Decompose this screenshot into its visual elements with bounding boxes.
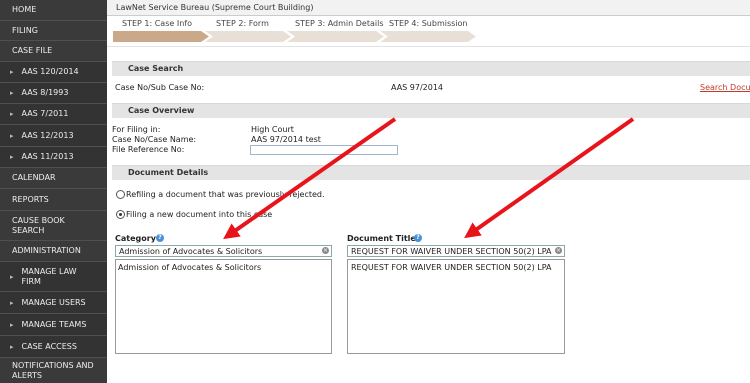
case-overview-heading: Case Overview [128,106,195,115]
nav-case-aas-11-2013[interactable]: ▸ AAS 11/2013 [0,147,107,168]
step-4-label[interactable]: STEP 4: Submission [389,19,467,28]
divider [107,46,750,47]
nav-case-label: AAS 7/2011 [21,109,69,118]
document-details-header: Document Details [112,165,750,180]
nav-calendar-label: CALENDAR [12,173,56,182]
nav-case-aas-12-2013[interactable]: ▸ AAS 12/2013 [0,125,107,147]
category-select[interactable]: Admission of Advocates & Solicitors [115,245,332,257]
help-icon[interactable]: ? [156,234,164,242]
step-2-bar [205,31,291,42]
step-1-bar [113,31,209,42]
refile-option-label: Refiling a document that was previously … [126,190,325,199]
category-label: Category [115,234,156,243]
step-3-label[interactable]: STEP 3: Admin Details [295,19,384,28]
step-3-bar [287,31,384,42]
nav-filing[interactable]: FILING [0,21,107,41]
arrow-icon: ▸ [10,298,14,307]
case-no-value: AAS 97/2014 [391,83,444,92]
case-search-heading: Case Search [128,64,184,73]
arrow-icon: ▸ [10,153,14,161]
nav-reports[interactable]: REPORTS [0,189,107,211]
arrow-icon: ▸ [10,272,14,281]
arrow-icon: ▸ [10,110,14,118]
category-list[interactable]: Admission of Advocates & Solicitors [115,259,332,354]
refile-radio[interactable] [116,190,125,199]
nav-manage-teams-label: MANAGE TEAMS [21,319,87,329]
arrow-icon: ▸ [10,320,14,329]
document-title-label: Document Title [347,234,416,243]
nav-administration-label: ADMINISTRATION [12,246,81,255]
nav-case-label: AAS 8/1993 [21,88,69,97]
file-ref-label: File Reference No: [112,145,185,154]
case-overview-header: Case Overview [112,103,750,118]
nav-case-access[interactable]: ▸ CASE ACCESS [0,336,107,358]
nav-home-label: HOME [12,5,37,14]
nav-cause-book-label: CAUSE BOOK SEARCH [12,215,65,235]
nav-cause-book-search[interactable]: CAUSE BOOK SEARCH [0,211,107,241]
case-name-value: AAS 97/2014 test [251,135,321,144]
filing-in-value: High Court [251,125,294,134]
category-selected-value: Admission of Advocates & Solicitors [119,247,263,256]
step-progress: STEP 1: Case Info STEP 2: Form STEP 3: A… [107,16,750,42]
arrow-icon: ▸ [10,131,14,140]
nav-case-aas-8-1993[interactable]: ▸ AAS 8/1993 [0,83,107,104]
nav-manage-law-firm-label: MANAGE LAW FIRM [21,266,77,286]
nav-reports-label: REPORTS [12,194,49,204]
file-reference-input[interactable] [250,145,398,155]
step-1-label[interactable]: STEP 1: Case Info [122,19,192,28]
clear-icon[interactable]: × [555,247,562,254]
nav-case-aas-7-2011[interactable]: ▸ AAS 7/2011 [0,104,107,125]
clear-icon[interactable]: × [322,247,329,254]
nav-case-label: AAS 11/2013 [21,152,74,161]
nav-calendar[interactable]: CALENDAR [0,168,107,189]
case-name-label: Case No/Case Name: [112,135,197,144]
step-4-bar [380,31,476,42]
step-bar [113,31,476,42]
step-2-label[interactable]: STEP 2: Form [216,19,269,28]
nav-administration[interactable]: ADMINISTRATION [0,241,107,262]
nav-notifications-label: NOTIFICATIONS AND ALERTS [12,360,94,380]
arrow-icon: ▸ [10,89,14,97]
arrow-icon: ▸ [10,68,14,76]
top-bar: LawNet Service Bureau (Supreme Court Bui… [107,0,750,16]
document-title-select[interactable]: REQUEST FOR WAIVER UNDER SECTION 50(2) L… [347,245,565,257]
filing-in-label: For Filing in: [112,125,161,134]
search-documents-link[interactable]: Search Docum [700,83,750,92]
nav-home[interactable]: HOME [0,0,107,21]
arrow-icon: ▸ [10,342,14,351]
nav-case-label: AAS 12/2013 [21,130,74,140]
nav-case-file[interactable]: CASE FILE [0,41,107,62]
nav-manage-users[interactable]: ▸ MANAGE USERS [0,292,107,314]
new-filing-option-label: Filing a new document into this case [126,210,273,219]
nav-case-aas-120-2014[interactable]: ▸ AAS 120/2014 [0,62,107,83]
document-title-option[interactable]: REQUEST FOR WAIVER UNDER SECTION 50(2) L… [351,263,552,272]
document-title-list[interactable]: REQUEST FOR WAIVER UNDER SECTION 50(2) L… [347,259,565,354]
category-option[interactable]: Admission of Advocates & Solicitors [118,263,261,272]
document-title-selected-value: REQUEST FOR WAIVER UNDER SECTION 50(2) L… [351,247,552,256]
document-details-heading: Document Details [128,168,209,177]
nav-filing-label: FILING [12,25,38,35]
nav-notifications[interactable]: NOTIFICATIONS AND ALERTS [0,358,107,383]
sidebar: HOME FILING CASE FILE ▸ AAS 120/2014 ▸ AAS… [0,0,107,383]
nav-case-file-label: CASE FILE [12,46,53,55]
nav-case-label: AAS 120/2014 [21,67,79,76]
help-icon[interactable]: ? [414,234,422,242]
new-filing-radio[interactable] [116,210,125,219]
nav-manage-law-firm[interactable]: ▸ MANAGE LAW FIRM [0,262,107,292]
nav-manage-users-label: MANAGE USERS [21,297,86,307]
nav-manage-teams[interactable]: ▸ MANAGE TEAMS [0,314,107,336]
bureau-title: LawNet Service Bureau (Supreme Court Bui… [116,3,314,12]
case-no-label: Case No/Sub Case No: [115,83,205,92]
case-search-header: Case Search [112,61,750,76]
nav-case-access-label: CASE ACCESS [21,341,77,351]
